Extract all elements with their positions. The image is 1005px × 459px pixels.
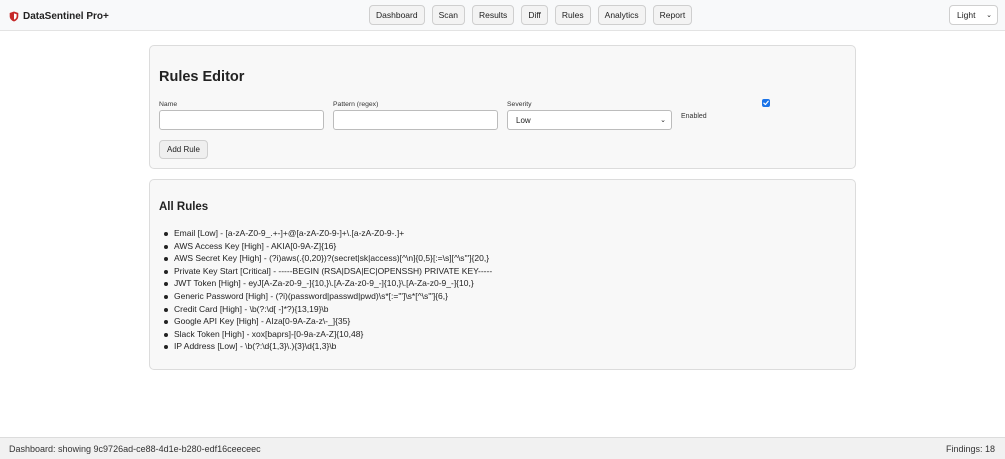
nav-dashboard-button[interactable]: Dashboard (369, 5, 425, 25)
nav-report-button[interactable]: Report (652, 5, 693, 25)
nav-results-button[interactable]: Results (471, 5, 515, 25)
brand: DataSentinel Pro+ (9, 9, 109, 23)
rules-list: Email [Low] - [a-zA-Z0-9_.+-]+@[a-zA-Z0-… (163, 227, 493, 353)
name-label: Name (159, 101, 178, 108)
rule-item: Google API Key [High] - AIza[0-9A-Za-z\-… (163, 315, 492, 328)
theme-select[interactable]: Light ⌄ (949, 5, 998, 25)
status-bar: Dashboard: showing 9c9726ad-ce88-4d1e-b2… (0, 437, 1005, 459)
rule-item: AWS Secret Key [High] - (?i)aws(.{0,20})… (163, 252, 492, 265)
enabled-checkbox[interactable] (762, 99, 770, 107)
add-rule-button[interactable]: Add Rule (159, 140, 208, 159)
rule-item: Email [Low] - [a-zA-Z0-9_.+-]+@[a-zA-Z0-… (163, 227, 492, 240)
severity-label: Severity (507, 101, 532, 108)
findings-count: Findings: 18 (945, 444, 995, 454)
nav-rules-button[interactable]: Rules (554, 5, 591, 25)
main-nav: Dashboard Scan Results Diff Rules Analyt… (369, 5, 693, 25)
severity-select-value: Low (516, 115, 531, 125)
rule-item: Slack Token [High] - xox[baprs]-[0-9a-zA… (163, 328, 492, 341)
name-input[interactable] (159, 110, 324, 130)
enabled-label: Enabled (681, 113, 707, 120)
nav-diff-button[interactable]: Diff (521, 5, 548, 25)
rule-item: Generic Password [High] - (?i)(password|… (163, 290, 492, 303)
nav-scan-button[interactable]: Scan (431, 5, 465, 25)
chevron-down-icon: ⌄ (986, 12, 992, 19)
rule-item: IP Address [Low] - \b(?:\d{1,3}\.){3}\d{… (163, 340, 492, 353)
rule-item: Private Key Start [Critical] - -----BEGI… (163, 265, 493, 276)
shield-icon (9, 11, 19, 21)
rules-editor-panel: Rules Editor Name Pattern (regex) Severi… (149, 45, 856, 169)
all-rules-panel: All Rules Email [Low] - [a-zA-Z0-9_.+-]+… (149, 179, 856, 370)
app-title: DataSentinel Pro+ (23, 10, 109, 22)
rule-item: JWT Token [High] - eyJ[A-Za-z0-9_-]{10,}… (163, 277, 492, 290)
checkmark-icon (763, 100, 769, 106)
theme-select-value: Light (957, 10, 976, 20)
nav-analytics-button[interactable]: Analytics (597, 5, 646, 25)
pattern-input[interactable] (333, 110, 498, 130)
all-rules-title: All Rules (159, 201, 209, 213)
pattern-label: Pattern (regex) (333, 101, 379, 108)
top-bar: DataSentinel Pro+ Dashboard Scan Results… (0, 0, 1005, 31)
rule-item: AWS Access Key [High] - AKIA[0-9A-Z]{16} (163, 240, 492, 253)
severity-select[interactable]: Low ⌄ (507, 110, 672, 130)
rules-editor-title: Rules Editor (159, 69, 245, 85)
status-text: Dashboard: showing 9c9726ad-ce88-4d1e-b2… (9, 444, 261, 454)
chevron-down-icon: ⌄ (660, 117, 666, 124)
rule-item: Credit Card [High] - \b(?:\d[ -]*?){13,1… (163, 303, 492, 316)
